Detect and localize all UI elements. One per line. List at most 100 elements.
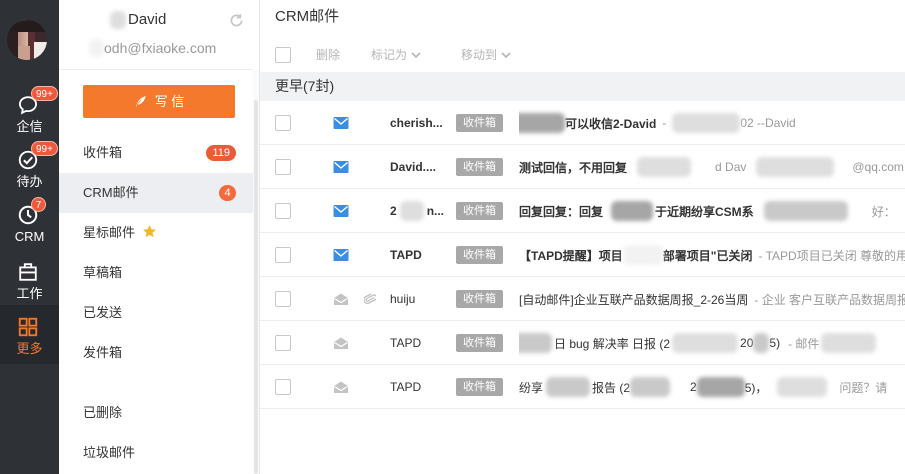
redacted-blur <box>672 333 739 353</box>
redacted-blur <box>763 201 848 221</box>
nav-label: 企信 <box>16 119 43 134</box>
mail-row[interactable]: TAPD 收件箱 【TAPD提醒】项目 部署项目"已关闭 - TAPD项目已关闭… <box>260 233 905 277</box>
mail-sender: TAPD <box>390 336 422 350</box>
mail-sender: cherish... <box>390 116 443 130</box>
nav-item-crm[interactable]: 7 CRM <box>0 193 59 248</box>
star-icon <box>142 215 157 238</box>
redacted-blur <box>672 113 741 133</box>
unread-count-badge: 119 <box>206 145 236 161</box>
folder-crm-mail[interactable]: CRM邮件 4 <box>59 173 253 213</box>
folder-tag: 收件箱 <box>456 114 503 132</box>
page-title: CRM邮件 <box>275 8 340 25</box>
redacted-blur <box>519 333 552 353</box>
nav-badge: 99+ <box>31 86 58 101</box>
mail-preview: @qq.com <box>852 160 904 174</box>
account-name: David <box>128 11 167 28</box>
nav-item-work[interactable]: 工作 <box>0 250 59 305</box>
mail-subject-line: 日 bug 解决率 日报 (2 20 5) - 邮件 <box>519 321 905 365</box>
mail-subject: 报告 (2 <box>592 380 631 395</box>
redacted-blur <box>622 245 663 265</box>
row-checkbox[interactable] <box>275 159 291 175</box>
mark-as-dropdown[interactable]: 标记为 <box>371 46 422 64</box>
read-envelope-icon <box>333 336 349 350</box>
redacted-blur <box>110 11 126 29</box>
row-checkbox[interactable] <box>275 203 291 219</box>
folder-scrollbar-thumb[interactable] <box>254 100 258 474</box>
folder-outbox[interactable]: 发件箱 <box>59 333 253 373</box>
folder-tag: 收件箱 <box>456 246 503 264</box>
feather-pen-icon <box>135 96 146 107</box>
redacted-blur <box>821 333 877 353</box>
row-checkbox[interactable] <box>275 247 291 263</box>
folder-deleted[interactable]: 已删除 <box>59 393 253 433</box>
briefcase-icon <box>17 261 39 283</box>
app-nav-sidebar: 99+ 企信 99+ 待办 7 CRM 工作 更多 <box>0 0 59 474</box>
folder-label: 已删除 <box>83 405 123 420</box>
nav-label: 工作 <box>16 286 43 301</box>
mail-row[interactable]: TAPD 收件箱 日 bug 解决率 日报 (2 20 5) - 邮件 <box>260 321 905 365</box>
folder-label: 已发送 <box>83 305 123 320</box>
divider <box>59 69 253 70</box>
folder-drafts[interactable]: 草稿箱 <box>59 253 253 293</box>
folder-sent[interactable]: 已发送 <box>59 293 253 333</box>
mail-sender: huiju <box>390 292 416 306</box>
mail-subject-line: 可以收信2-David - 02 --David <box>519 101 905 145</box>
mail-row[interactable]: 2 n... 收件箱 回复回复：回复 于近期纷享CSM系 好： <box>260 189 905 233</box>
chevron-down-icon <box>501 52 511 59</box>
folder-inbox[interactable]: 收件箱 119 <box>59 133 253 173</box>
mail-sender: David.... <box>390 160 437 174</box>
mail-subject: 5) <box>769 336 781 350</box>
nav-item-qixin[interactable]: 99+ 企信 <box>0 83 59 138</box>
mail-row[interactable]: TAPD 收件箱 纷享 报告 (2 2 5)， 问题？请 <box>260 365 905 409</box>
mail-subject: 2 <box>690 380 697 394</box>
folder-tag: 收件箱 <box>456 290 503 308</box>
mail-list-pane: CRM邮件 删除 标记为 移动到 更早(7封) cherish... 收件箱 可… <box>260 0 905 474</box>
redacted-blur <box>630 377 671 397</box>
row-checkbox[interactable] <box>275 291 291 307</box>
folder-starred[interactable]: 星标邮件 <box>59 213 253 253</box>
folder-label: 垃圾邮件 <box>83 445 136 460</box>
redacted-blur <box>756 157 835 177</box>
nav-item-todo[interactable]: 99+ 待办 <box>0 138 59 193</box>
mail-subject-line: [自动邮件]企业互联产品数据周报_2-26当周 - 企业 客户互联产品数据周报 <box>519 277 905 321</box>
folder-label: 收件箱 <box>83 145 123 160</box>
folder-tag: 收件箱 <box>456 202 503 220</box>
mail-preview: d Dav <box>715 160 747 174</box>
folder-label: CRM邮件 <box>83 185 139 200</box>
mail-sender: TAPD <box>390 248 422 262</box>
compose-button[interactable]: 写 信 <box>83 85 235 118</box>
folder-label: 星标邮件 <box>83 225 136 240</box>
unread-envelope-icon <box>333 116 349 130</box>
select-all-checkbox[interactable] <box>275 47 291 63</box>
mail-row[interactable]: David.... 收件箱 测试回信，不用回复 d Dav @qq.com <box>260 145 905 189</box>
mail-row[interactable]: cherish... 收件箱 可以收信2-David - 02 --David <box>260 101 905 145</box>
nav-badge: 7 <box>31 197 46 212</box>
mail-subject-line: 回复回复：回复 于近期纷享CSM系 好： <box>519 189 905 233</box>
compose-label: 写 信 <box>154 94 185 109</box>
redacted-blur <box>753 333 770 353</box>
folder-spam[interactable]: 垃圾邮件 <box>59 433 253 473</box>
delete-button[interactable]: 删除 <box>316 46 340 64</box>
nav-item-more[interactable]: 更多 <box>0 305 59 364</box>
redacted-blur <box>611 201 654 221</box>
mail-sender: 2 n... <box>390 189 450 233</box>
folder-tag: 收件箱 <box>456 158 503 176</box>
mail-subject: 纷享 <box>519 380 544 395</box>
row-checkbox[interactable] <box>275 379 291 395</box>
unread-envelope-icon <box>333 248 349 262</box>
mail-subject: 20 <box>740 336 754 350</box>
mail-row[interactable]: huiju 收件箱 [自动邮件]企业互联产品数据周报_2-26当周 - 企业 客… <box>260 277 905 321</box>
avatar[interactable] <box>7 20 47 60</box>
row-checkbox[interactable] <box>275 335 291 351</box>
move-to-dropdown[interactable]: 移动到 <box>461 46 512 64</box>
row-checkbox[interactable] <box>275 115 291 131</box>
folder-tag: 收件箱 <box>456 334 503 352</box>
refresh-icon[interactable] <box>228 12 245 29</box>
mail-subject: 测试回信，不用回复 <box>519 160 628 175</box>
redacted-blur <box>89 39 104 57</box>
nav-badge: 99+ <box>31 141 58 156</box>
nav-label: 待办 <box>16 174 43 189</box>
redacted-blur <box>546 377 591 397</box>
mail-preview: - 邮件 <box>788 336 820 351</box>
attachment-icon <box>364 291 376 307</box>
